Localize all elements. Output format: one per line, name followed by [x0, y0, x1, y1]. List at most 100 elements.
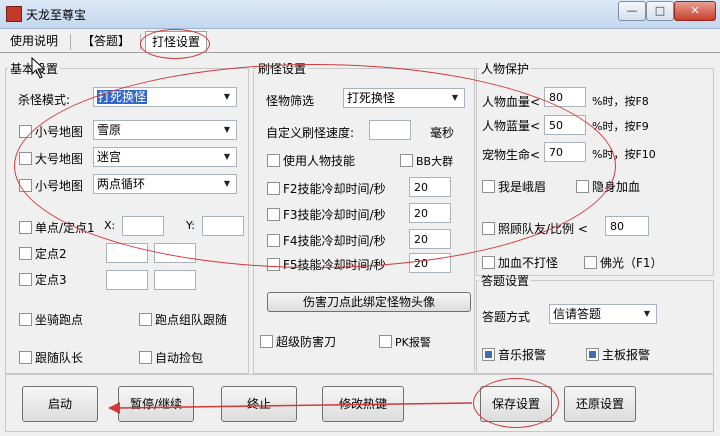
mp-label: 人物蓝量< — [482, 119, 541, 133]
heal-only-checkbox[interactable] — [482, 256, 495, 269]
small-map-checkbox[interactable] — [19, 125, 32, 138]
close-button[interactable]: ✕ — [674, 1, 716, 21]
f3-skill-input[interactable]: 20 — [409, 203, 451, 223]
f4-skill-input[interactable]: 20 — [409, 229, 451, 249]
point1-x-input[interactable] — [122, 216, 164, 236]
chevron-down-icon: ▼ — [643, 309, 651, 318]
f5-skill-input[interactable]: 20 — [409, 253, 451, 273]
chevron-down-icon: ▼ — [451, 93, 459, 102]
use-skill-checkbox[interactable] — [267, 154, 280, 167]
answer-mode-value: 信请答题 — [553, 307, 602, 321]
buddha-light-label: 佛光（F1） — [600, 256, 663, 270]
pet-input[interactable]: 70 — [544, 142, 586, 162]
small-map2-label: 小号地图 — [35, 179, 84, 193]
chevron-down-icon: ▼ — [223, 179, 231, 188]
care-team-input[interactable]: 80 — [605, 216, 649, 236]
edit-hotkey-button[interactable]: 修改热键 — [322, 386, 404, 422]
stop-button[interactable]: 终止 — [221, 386, 297, 422]
filter-select[interactable]: 打死换怪 ▼ — [343, 88, 465, 108]
route-select[interactable]: 两点循环 ▼ — [93, 174, 237, 194]
protection-legend: 人物保护 — [481, 62, 530, 76]
mp-input[interactable]: 50 — [544, 115, 586, 135]
speed-label: 自定义刷怪速度: — [266, 126, 355, 140]
tab-bar: 使用说明 【答题】 打怪设置 — [0, 28, 720, 53]
pet-suffix: %时，按F10 — [592, 148, 656, 161]
answer-settings-legend: 答题设置 — [481, 274, 530, 288]
f4-skill-checkbox[interactable] — [267, 234, 280, 247]
buddha-light-checkbox[interactable] — [584, 256, 597, 269]
point3-label: 定点3 — [35, 273, 67, 287]
y-label: Y: — [186, 219, 195, 232]
stealth-heal-label: 隐身加血 — [592, 180, 641, 194]
care-team-label: 照顾队友/比例 < — [498, 222, 588, 236]
route-value: 两点循环 — [97, 177, 146, 191]
pk-alarm-label: PK报警 — [395, 336, 431, 349]
point2-y-input[interactable] — [154, 243, 196, 263]
big-map-checkbox[interactable] — [19, 152, 32, 165]
maximize-button[interactable]: □ — [646, 1, 674, 21]
f3-skill-checkbox[interactable] — [267, 208, 280, 221]
small-map-value: 雪原 — [97, 123, 122, 137]
point3-x-input[interactable] — [106, 270, 148, 290]
heal-only-label: 加血不打怪 — [498, 256, 559, 270]
point1-label: 单点/定点1 — [35, 221, 95, 235]
answer-mode-label: 答题方式 — [482, 310, 531, 324]
point1-checkbox[interactable] — [19, 221, 32, 234]
auto-pick-checkbox[interactable] — [139, 351, 152, 364]
follow-leader-label: 跟随队长 — [35, 351, 84, 365]
start-button[interactable]: 启动 — [22, 386, 98, 422]
small-map2-checkbox[interactable] — [19, 179, 32, 192]
care-team-checkbox[interactable] — [482, 222, 495, 235]
point3-y-input[interactable] — [154, 270, 196, 290]
ride-label: 坐骑跑点 — [35, 313, 84, 327]
small-map-select[interactable]: 雪原 ▼ — [93, 120, 237, 140]
super-blade-checkbox[interactable] — [260, 335, 273, 348]
chevron-down-icon: ▼ — [223, 92, 231, 101]
speed-input[interactable] — [369, 120, 411, 140]
restore-settings-button[interactable]: 还原设置 — [564, 386, 636, 422]
tab-monster-settings[interactable]: 打怪设置 — [145, 31, 208, 52]
pause-resume-button[interactable]: 暂停/继续 — [118, 386, 194, 422]
minimize-button[interactable]: — — [618, 1, 646, 21]
kill-mode-select[interactable]: 打死换怪 ▼ — [93, 87, 237, 107]
pk-alarm-checkbox[interactable] — [379, 335, 392, 348]
ride-checkbox[interactable] — [19, 313, 32, 326]
f2-skill-input[interactable]: 20 — [409, 177, 451, 197]
bb-group-checkbox[interactable] — [400, 154, 413, 167]
point2-label: 定点2 — [35, 247, 67, 261]
point2-x-input[interactable] — [106, 243, 148, 263]
big-map-label: 大号地图 — [35, 152, 84, 166]
music-alarm-checkbox[interactable] — [482, 348, 495, 361]
tab-help[interactable]: 使用说明 — [4, 31, 64, 51]
chevron-down-icon: ▼ — [223, 152, 231, 161]
tab-separator — [140, 34, 141, 50]
point1-y-input[interactable] — [202, 216, 244, 236]
kill-mode-value: 打死换怪 — [97, 90, 148, 104]
big-map-value: 迷宫 — [97, 150, 122, 164]
speed-unit: 毫秒 — [430, 126, 455, 140]
filter-label: 怪物筛选 — [266, 94, 315, 108]
small-map-label: 小号地图 — [35, 125, 84, 139]
hp-input[interactable]: 80 — [544, 87, 586, 107]
tab-separator — [70, 34, 71, 50]
board-alarm-checkbox[interactable] — [586, 348, 599, 361]
f2-skill-checkbox[interactable] — [267, 182, 280, 195]
save-settings-button[interactable]: 保存设置 — [480, 386, 552, 422]
follow-leader-checkbox[interactable] — [19, 351, 32, 364]
tab-answer[interactable]: 【答题】 — [76, 31, 136, 51]
bind-monster-avatar-button[interactable]: 伤害刀点此绑定怪物头像 — [267, 292, 471, 312]
mp-suffix: %时，按F9 — [592, 120, 649, 133]
f5-skill-checkbox[interactable] — [267, 258, 280, 271]
emei-checkbox[interactable] — [482, 180, 495, 193]
bb-group-label: BB大群 — [416, 155, 454, 168]
big-map-select[interactable]: 迷宫 ▼ — [93, 147, 237, 167]
answer-mode-select[interactable]: 信请答题 ▼ — [549, 304, 657, 324]
use-skill-label: 使用人物技能 — [283, 154, 356, 168]
chevron-down-icon: ▼ — [223, 125, 231, 134]
group-follow-label: 跑点组队跟随 — [155, 313, 228, 327]
stealth-heal-checkbox[interactable] — [576, 180, 589, 193]
point2-checkbox[interactable] — [19, 247, 32, 260]
point3-checkbox[interactable] — [19, 273, 32, 286]
group-follow-checkbox[interactable] — [139, 313, 152, 326]
app-icon — [6, 6, 22, 22]
